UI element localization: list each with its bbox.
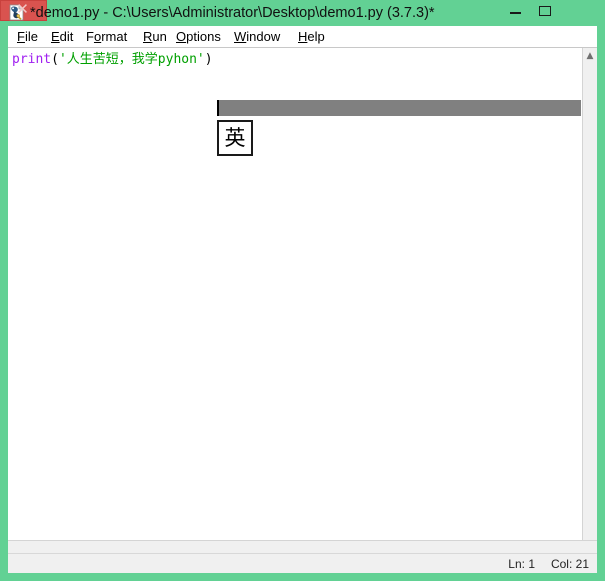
idle-editor-window: *demo1.py - C:\Users\Administrator\Deskt…	[0, 0, 605, 581]
minimize-button[interactable]	[500, 0, 530, 22]
menu-item-help[interactable]: Help	[298, 28, 325, 46]
menu-item-file[interactable]: File	[17, 28, 38, 46]
minimize-icon	[510, 12, 521, 14]
maximize-icon	[539, 6, 551, 16]
status-bar: Ln: 1 Col: 21	[8, 553, 597, 573]
menu-item-run[interactable]: Run	[143, 28, 167, 46]
selection-highlight	[219, 100, 581, 116]
code-line-1: print('人生苦短，我学pyhon')	[12, 51, 213, 68]
vertical-scrollbar[interactable]: ▲ ▼	[582, 48, 597, 553]
menu-item-options[interactable]: Options	[176, 28, 221, 46]
menu-bar: File Edit Format Run Options Window Help	[8, 26, 597, 48]
scroll-up-icon[interactable]: ▲	[583, 48, 597, 64]
editor-frame: print('人生苦短，我学pyhon') 英 ▲ ▼	[8, 48, 597, 553]
horizontal-scrollbar[interactable]	[8, 540, 597, 553]
menu-item-window[interactable]: Window	[234, 28, 280, 46]
close-button[interactable]: ✕	[0, 0, 47, 21]
maximize-button[interactable]	[530, 0, 560, 22]
close-icon: ✕	[16, 1, 29, 18]
code-token-open-paren: (	[51, 52, 59, 67]
status-line-number: Ln: 1	[508, 557, 535, 571]
code-token-string: '人生苦短，我学pyhon'	[58, 52, 205, 67]
ime-mode-indicator[interactable]: 英	[217, 120, 253, 156]
status-column-number: Col: 21	[550, 557, 589, 571]
menu-item-format[interactable]: Format	[86, 28, 127, 46]
code-token-close-paren: )	[204, 52, 213, 67]
title-bar[interactable]: *demo1.py - C:\Users\Administrator\Deskt…	[0, 0, 605, 26]
window-title: *demo1.py - C:\Users\Administrator\Deskt…	[30, 5, 435, 21]
menu-item-edit[interactable]: Edit	[51, 28, 73, 46]
code-text-area[interactable]: print('人生苦短，我学pyhon')	[8, 48, 582, 553]
code-token-function: print	[12, 52, 52, 67]
